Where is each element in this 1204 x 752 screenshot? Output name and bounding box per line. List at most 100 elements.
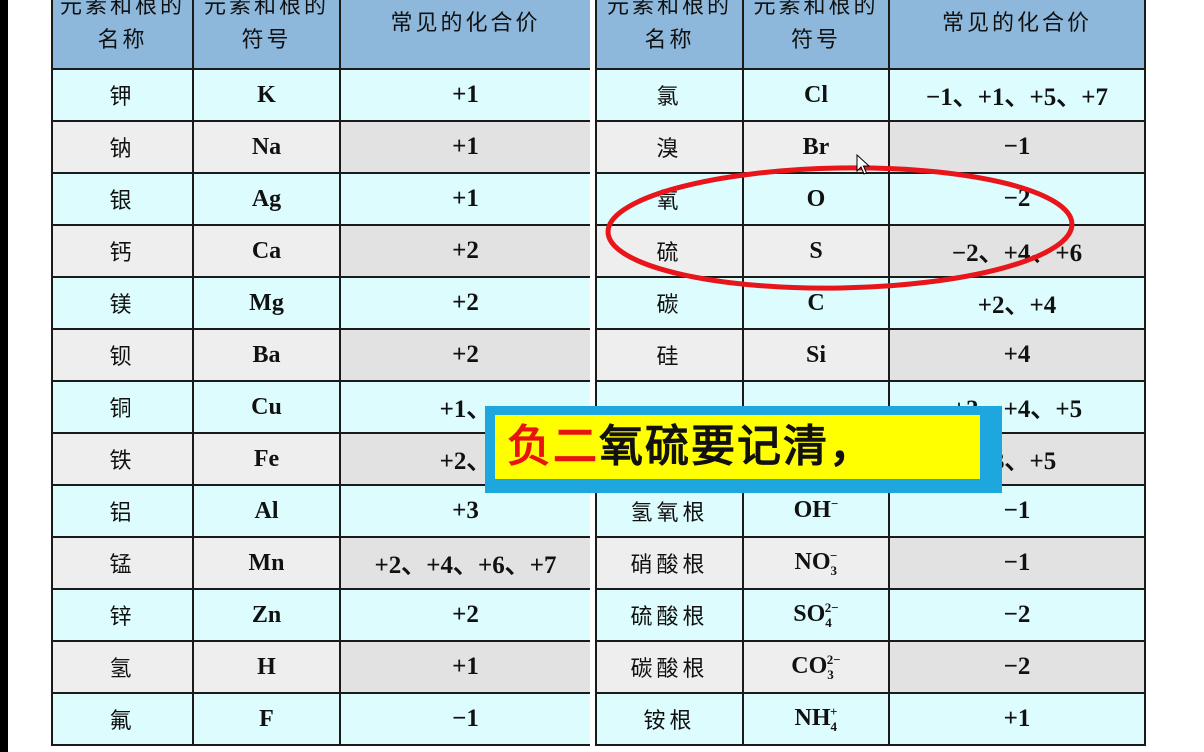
cell-symbol: H xyxy=(192,640,341,694)
cell-valence: +1 xyxy=(339,640,592,694)
table-row: 锰 Mn +2、+4、+6、+7 xyxy=(51,536,592,590)
cell-symbol: Zn xyxy=(192,588,341,642)
symbol-text: Mg xyxy=(249,289,284,316)
table-row: 氯 Cl −1、+1、+5、+7 xyxy=(595,68,1146,122)
cell-name: 硅 xyxy=(595,328,744,382)
symbol-superscript: 2− xyxy=(826,651,841,667)
table-row: 钾 K +1 xyxy=(51,68,592,122)
table-row: 氟 F −1 xyxy=(51,692,592,746)
symbol-text: Na xyxy=(251,133,282,160)
symbol-text: C xyxy=(807,289,825,316)
table-row: 硫 S −2、+4、+6 xyxy=(595,224,1146,278)
cell-symbol: Si xyxy=(742,328,890,382)
cell-valence: −1 xyxy=(888,536,1146,590)
symbol-text: F xyxy=(259,705,274,732)
symbol-subscript: 3 xyxy=(827,666,834,682)
cell-name: 钾 xyxy=(51,68,194,122)
header-name: 元素和根的名称 xyxy=(595,0,744,70)
cell-valence: −1 xyxy=(339,692,592,746)
cell-valence: +2 xyxy=(339,224,592,278)
symbol-text: SO xyxy=(793,600,826,627)
caption-banner: 负二氧硫要记清， xyxy=(485,406,1002,493)
symbol-text: Br xyxy=(802,133,830,160)
cell-symbol: Mn xyxy=(192,536,341,590)
table-header-row: 元素和根的名称 元素和根的符号 常见的化合价 xyxy=(595,0,1146,70)
table-row: 硅 Si +4 xyxy=(595,328,1146,382)
cell-name: 碳 xyxy=(595,276,744,330)
table-row: 钙 Ca +2 xyxy=(51,224,592,278)
cell-name: 镁 xyxy=(51,276,194,330)
cell-name: 氢 xyxy=(51,640,194,694)
table-row: 碳酸根 CO32− −2 xyxy=(595,640,1146,694)
cell-name: 氯 xyxy=(595,68,744,122)
symbol-text: Ag xyxy=(251,185,282,212)
header-symbol: 元素和根的符号 xyxy=(192,0,341,70)
symbol-text: NO xyxy=(794,548,831,575)
cell-valence: +4 xyxy=(888,328,1146,382)
table-row: 钡 Ba +2 xyxy=(51,328,592,382)
symbol-text: Zn xyxy=(251,601,282,628)
symbol-subscript: 4 xyxy=(830,718,838,734)
table-row: 钠 Na +1 xyxy=(51,120,592,174)
header-valence: 常见的化合价 xyxy=(888,0,1146,70)
cell-name: 锌 xyxy=(51,588,194,642)
cell-valence: −2 xyxy=(888,588,1146,642)
cell-valence: −2 xyxy=(888,640,1146,694)
cell-valence: +2 xyxy=(339,276,592,330)
cell-name: 钠 xyxy=(51,120,194,174)
cell-valence: +2、+4 xyxy=(888,276,1146,330)
cell-symbol: CO32− xyxy=(742,640,890,694)
header-valence: 常见的化合价 xyxy=(339,0,592,70)
symbol-text: CO xyxy=(791,652,828,679)
table-row: 镁 Mg +2 xyxy=(51,276,592,330)
symbol-text: H xyxy=(257,653,276,680)
cell-name: 银 xyxy=(51,172,194,226)
cell-symbol: Mg xyxy=(192,276,341,330)
table-row: 锌 Zn +2 xyxy=(51,588,592,642)
cell-symbol: O xyxy=(742,172,890,226)
cell-symbol: Al xyxy=(192,484,341,538)
cell-symbol: NO3− xyxy=(742,536,890,590)
cell-valence: +1 xyxy=(888,692,1146,746)
symbol-text: Cl xyxy=(804,81,828,108)
symbol-superscript: − xyxy=(830,495,839,511)
header-symbol: 元素和根的符号 xyxy=(742,0,890,70)
cell-symbol: NH4+ xyxy=(742,692,890,746)
symbol-text: NH xyxy=(794,704,831,731)
cell-name: 碳酸根 xyxy=(595,640,744,694)
cell-name: 钙 xyxy=(51,224,194,278)
symbol-superscript: − xyxy=(830,547,838,563)
table-row: 碳 C +2、+4 xyxy=(595,276,1146,330)
cell-name: 铜 xyxy=(51,380,194,434)
cell-valence: +2 xyxy=(339,328,592,382)
cell-valence: +1 xyxy=(339,120,592,174)
cell-symbol: Br xyxy=(742,120,890,174)
symbol-text: Si xyxy=(805,341,826,368)
cell-valence: −2、+4、+6 xyxy=(888,224,1146,278)
cell-symbol: Cl xyxy=(742,68,890,122)
cell-symbol: C xyxy=(742,276,890,330)
table-row: 硫酸根 SO42− −2 xyxy=(595,588,1146,642)
valence-table-right: 元素和根的名称 元素和根的符号 常见的化合价 氯 Cl −1、+1、+5、+7 溴 Br… xyxy=(595,0,1146,746)
caption-banner-fill: 负二氧硫要记清， xyxy=(495,415,980,479)
symbol-text: Mn xyxy=(248,549,285,576)
cell-name: 铵根 xyxy=(595,692,744,746)
cell-name: 溴 xyxy=(595,120,744,174)
symbol-superscript: 2− xyxy=(824,599,839,615)
cell-valence: +1 xyxy=(339,172,592,226)
cell-name: 硝酸根 xyxy=(595,536,744,590)
cell-name: 硫 xyxy=(595,224,744,278)
cell-name: 铁 xyxy=(51,432,194,486)
table-row: 硝酸根 NO3− −1 xyxy=(595,536,1146,590)
symbol-text: S xyxy=(809,237,823,264)
cell-valence: +2、+4、+6、+7 xyxy=(339,536,592,590)
caption-black-text: 氧硫要记清， xyxy=(599,421,875,472)
cell-symbol: F xyxy=(192,692,341,746)
symbol-subscript: 3 xyxy=(830,562,838,578)
symbol-text: Fe xyxy=(253,445,280,472)
symbol-superscript: + xyxy=(830,703,838,719)
valence-table-left: 元素和根的名称 元素和根的符号 常见的化合价 钾 K +1 钠 Na +1 银 Ag +1 钙 Ca… xyxy=(51,0,592,746)
cell-symbol: Cu xyxy=(192,380,341,434)
cell-valence: −2 xyxy=(888,172,1146,226)
table-row: 银 Ag +1 xyxy=(51,172,592,226)
